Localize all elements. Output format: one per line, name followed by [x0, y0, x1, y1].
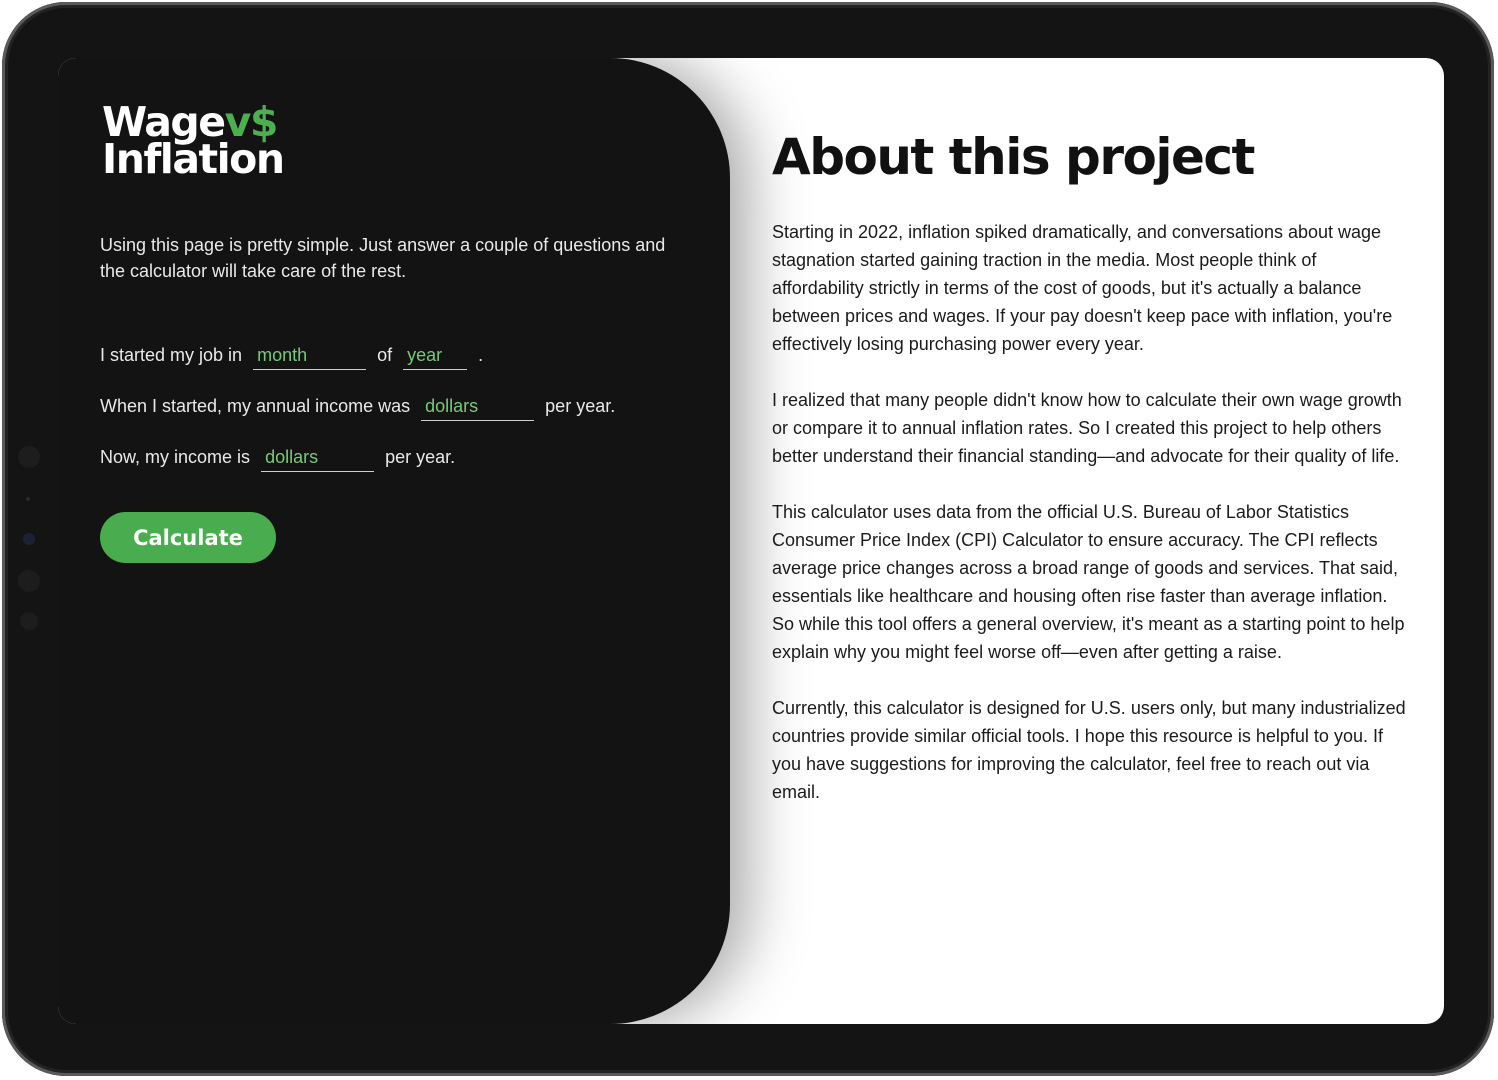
- starting-income-input[interactable]: [421, 393, 535, 421]
- current-income-prefix: Now, my income is: [100, 447, 251, 467]
- start-date-line: I started my job in of .: [100, 342, 483, 370]
- screen: Wagev$ Inflation Using this page is pret…: [58, 58, 1444, 1024]
- sensor-dot: [18, 570, 40, 592]
- sensor-dot: [20, 612, 38, 630]
- about-paragraph: I realized that many people didn't know …: [772, 390, 1402, 466]
- year-input[interactable]: [403, 342, 468, 370]
- about-title: About this project: [772, 128, 1255, 186]
- camera-dot: [18, 446, 40, 468]
- current-income-input[interactable]: [261, 444, 375, 472]
- start-date-middle: of: [377, 345, 393, 365]
- start-date-prefix: I started my job in: [100, 345, 243, 365]
- starting-income-line: When I started, my annual income was per…: [100, 393, 615, 421]
- logo: Wagev$ Inflation: [102, 102, 285, 183]
- current-income-line: Now, my income is per year.: [100, 444, 455, 472]
- logo-inflation: Inflation: [102, 135, 285, 183]
- about-paragraph: Currently, this calculator is designed f…: [772, 698, 1406, 802]
- intro-text: Using this page is pretty simple. Just a…: [100, 235, 666, 281]
- about-paragraph: Starting in 2022, inflation spiked drama…: [772, 222, 1393, 354]
- about-paragraph: This calculator uses data from the offic…: [772, 502, 1405, 662]
- calculate-button[interactable]: Calculate: [100, 512, 276, 563]
- sensor-dot: [26, 497, 30, 501]
- tablet-frame: Wagev$ Inflation Using this page is pret…: [2, 2, 1494, 1076]
- month-input[interactable]: [253, 342, 367, 370]
- about-body: Starting in 2022, inflation spiked drama…: [772, 218, 1412, 834]
- camera-lens: [23, 533, 35, 545]
- starting-income-prefix: When I started, my annual income was: [100, 396, 411, 416]
- current-income-suffix: per year.: [385, 447, 456, 467]
- start-date-suffix: .: [478, 345, 484, 365]
- calculator-panel: Wagev$ Inflation Using this page is pret…: [58, 58, 730, 1024]
- starting-income-suffix: per year.: [545, 396, 616, 416]
